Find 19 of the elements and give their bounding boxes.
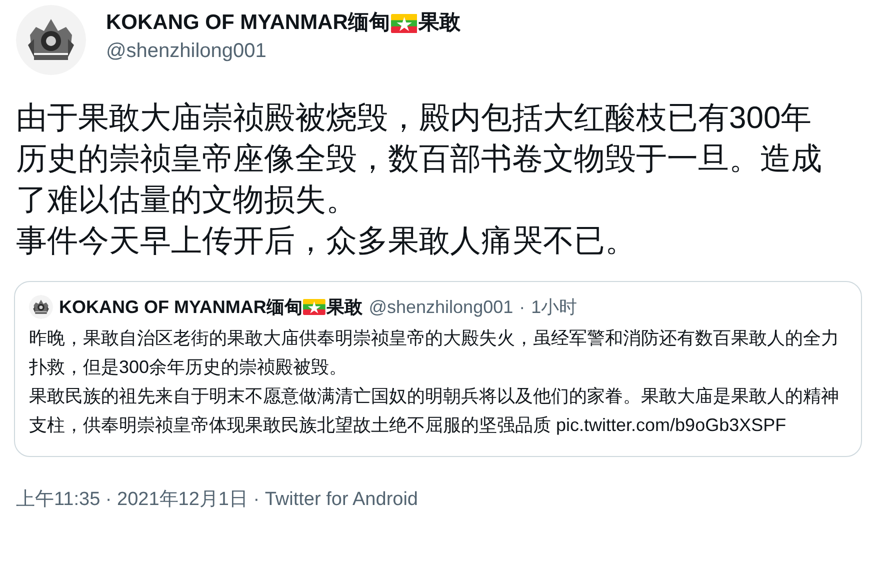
tweet-timestamp[interactable]: 上午11:35 · 2021年12月1日 · Twitter for Android [16,487,861,513]
quoted-tweet-text: 昨晚，果敢自治区老街的果敢大庙供奉明崇祯皇帝的大殿失火，虽经军警和消防还有数百果敢人的全力扑救，但是300余年历史的崇祯殿被毁。 [29,327,840,379]
quoted-tweet-card[interactable] [14,281,862,457]
flag-icon [390,14,418,32]
author-name[interactable]: KOKANG OF MYANMAR缅甸 [106,9,390,37]
flag-icon [303,299,326,315]
quoted-tweet-text: 果敢民族的祖先来自于明末不愿意做满清亡国奴的明朝兵将以及他们的家眷。果敢大庙是果敢人的精神支柱，供奉明崇祯皇帝体现果敢民族北望故土绝不屈服的坚强品质 pic.twitter.com/b9oGb3XSPF [29,385,840,437]
media-link[interactable]: pic.twitter.com/b9oGb3XSPF [556,415,786,435]
quoted-author-handle: @shenzhilong001 [368,296,514,319]
separator-dot: · [519,296,526,319]
quoted-author-name-suffix: 果敢 [326,296,363,319]
quoted-author-name: KOKANG OF MYANMAR缅甸 [59,296,302,319]
author-name-suffix[interactable]: 果敢 [418,9,460,37]
author-handle[interactable]: @shenzhilong001 [106,37,460,65]
avatar-emblem [16,5,86,75]
tweet-text: 事件今天早上传开后，众多果敢人痛哭不已。 [16,222,637,260]
quoted-tweet-time: 1小时 [531,296,578,319]
tweet-text: 由于果敢大庙崇祯殿被烧毁，殿内包括大红酸枝已有300年历史的崇祯皇帝座像全毁，数百部书卷文物毁于一旦。造成了难以估量的文物损失。 [16,99,823,219]
quoted-avatar-emblem [29,295,53,319]
